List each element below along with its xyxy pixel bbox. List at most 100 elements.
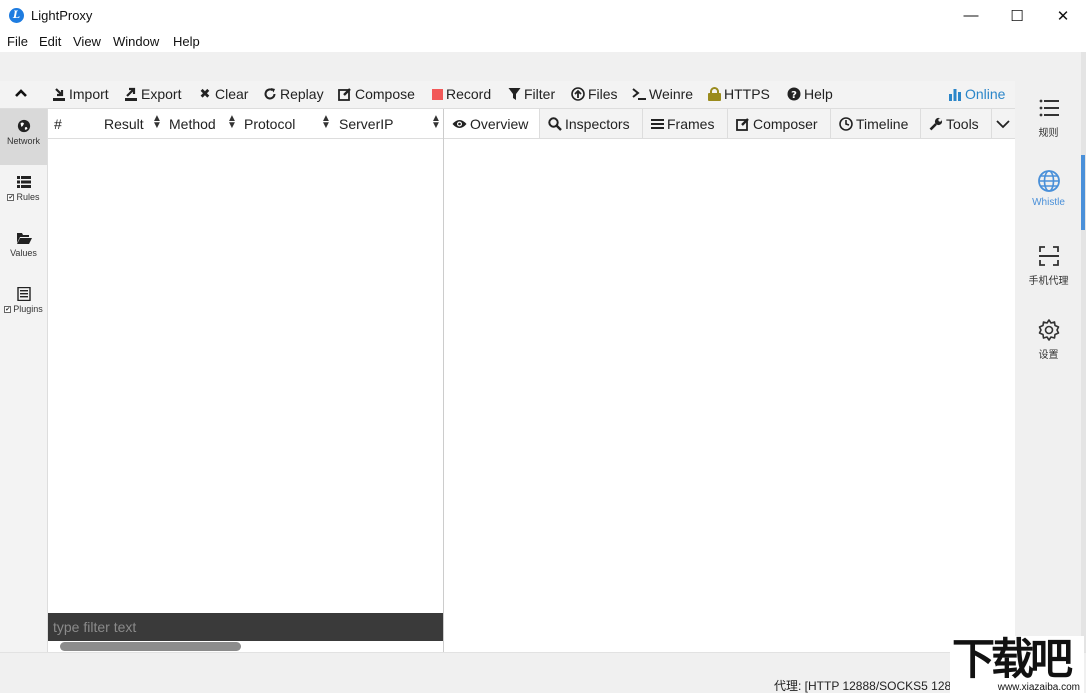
- menu-edit[interactable]: Edit: [39, 34, 61, 49]
- sidebar-item-mobile-proxy[interactable]: 手机代理: [1015, 244, 1082, 287]
- sidebar-item-settings-label: 设置: [1038, 350, 1059, 361]
- col-method[interactable]: Method: [169, 116, 216, 132]
- replay-button[interactable]: Replay: [263, 86, 324, 102]
- col-protocol[interactable]: Protocol: [244, 116, 295, 132]
- minimize-button[interactable]: —: [948, 0, 994, 31]
- clear-x-icon: ✖: [199, 86, 211, 101]
- globe-icon: [17, 119, 30, 133]
- online-status[interactable]: Online: [948, 86, 1005, 102]
- filter-input[interactable]: [48, 613, 443, 641]
- https-label: HTTPS: [724, 86, 770, 102]
- sidebar-active-indicator: [1081, 155, 1085, 230]
- scan-icon: [1038, 246, 1059, 266]
- close-button[interactable]: ✕: [1040, 0, 1086, 31]
- rules-list-icon: [1039, 99, 1059, 117]
- export-button[interactable]: Export: [124, 86, 181, 102]
- import-icon: [53, 87, 65, 101]
- files-button[interactable]: Files: [571, 86, 618, 102]
- sort-result-icon[interactable]: ▲ ▼: [152, 114, 162, 131]
- status-bar: 代理: [HTTP 12888/SOCKS5 12889: [0, 652, 1086, 693]
- files-label: Files: [588, 86, 618, 102]
- chevron-up-icon: [15, 89, 27, 97]
- tab-overview[interactable]: Overview: [444, 109, 540, 138]
- weinre-button[interactable]: Weinre: [632, 86, 693, 102]
- left-nav: Network ✔ Rules Values ✔ Plugins: [0, 109, 48, 652]
- tab-tools[interactable]: Tools: [921, 109, 992, 138]
- request-list-panel: # Result ▲ ▼ Method ▲ ▼ Protocol ▲ ▼ Server…: [48, 109, 444, 652]
- nav-values[interactable]: Values: [0, 221, 47, 277]
- help-button[interactable]: ? Help: [787, 86, 833, 102]
- menu-view[interactable]: View: [73, 34, 101, 49]
- record-button[interactable]: Record: [432, 86, 491, 102]
- nav-network-label: Network: [6, 136, 40, 146]
- clear-button[interactable]: ✖ Clear: [198, 86, 249, 102]
- app-logo: L: [9, 8, 24, 23]
- online-label: Online: [965, 86, 1006, 102]
- eye-icon: [452, 119, 467, 128]
- nav-values-label: Values: [10, 248, 37, 258]
- right-sidebar: 规则 Whistle 手机代理 设置: [1015, 52, 1086, 652]
- sidebar-item-whistle[interactable]: Whistle: [1015, 169, 1082, 208]
- compose-label: Compose: [355, 86, 415, 102]
- bar-chart-icon: [949, 89, 961, 101]
- lock-icon: [708, 87, 721, 101]
- col-result[interactable]: Result: [104, 116, 144, 132]
- horizontal-scrollbar[interactable]: [60, 642, 241, 651]
- tab-inspectors[interactable]: Inspectors: [540, 109, 643, 138]
- sidebar-item-mobile-proxy-label: 手机代理: [1028, 276, 1069, 287]
- search-icon: [548, 116, 562, 131]
- globe-icon: [1037, 170, 1060, 192]
- menu-bar: File Edit View Window Help: [0, 31, 1086, 52]
- nav-rules[interactable]: ✔ Rules: [0, 165, 47, 221]
- plugins-checkbox[interactable]: ✔: [4, 306, 12, 314]
- tab-timeline-label: Timeline: [856, 115, 909, 132]
- rules-checkbox[interactable]: ✔: [7, 194, 15, 202]
- title-bar: L LightProxy — ☐ ✕: [0, 0, 1086, 31]
- col-number[interactable]: #: [54, 116, 62, 132]
- main-toolbar: Import Export ✖ Clear Replay Compose Rec…: [0, 81, 1015, 109]
- clock-icon: [839, 116, 853, 131]
- detail-tabs: Overview Inspectors Frames Composer Time…: [444, 109, 1015, 139]
- sidebar-scrollbar-track[interactable]: [1081, 52, 1086, 652]
- col-serverip[interactable]: ServerIP: [339, 116, 393, 132]
- tab-frames[interactable]: Frames: [643, 109, 728, 138]
- wrench-icon: [929, 117, 943, 130]
- upload-circle-icon: [571, 87, 585, 101]
- filter-bar: [48, 613, 443, 641]
- compose-button[interactable]: Compose: [338, 86, 415, 102]
- sidebar-item-settings[interactable]: 设置: [1015, 318, 1082, 361]
- sort-protocol-icon[interactable]: ▲ ▼: [321, 114, 331, 131]
- list-icon: [16, 176, 31, 188]
- tabs-more-button[interactable]: [992, 109, 1015, 138]
- bars-icon: [651, 118, 664, 129]
- window-title: LightProxy: [31, 8, 93, 23]
- terminal-icon: [632, 88, 646, 100]
- detail-panel: Overview Inspectors Frames Composer Time…: [444, 109, 1015, 652]
- sort-serverip-icon[interactable]: ▲ ▼: [431, 114, 441, 131]
- import-label: Import: [69, 86, 109, 102]
- nav-plugins[interactable]: ✔ Plugins: [0, 277, 47, 333]
- export-icon: [125, 87, 137, 101]
- filter-label: Filter: [524, 86, 556, 102]
- tab-overview-label: Overview: [470, 115, 529, 132]
- menu-help[interactable]: Help: [173, 34, 200, 49]
- replay-label: Replay: [280, 86, 324, 102]
- tab-tools-label: Tools: [946, 115, 979, 132]
- nav-rules-label: Rules: [16, 192, 40, 202]
- menu-window[interactable]: Window: [113, 34, 159, 49]
- watermark-url: www.xiazaiba.com: [997, 682, 1080, 693]
- proxy-status: 代理: [HTTP 12888/SOCKS5 12889: [774, 679, 952, 693]
- tab-composer[interactable]: Composer: [728, 109, 831, 138]
- menu-file[interactable]: File: [7, 34, 28, 49]
- nav-network[interactable]: Network: [0, 109, 47, 165]
- tab-timeline[interactable]: Timeline: [831, 109, 921, 138]
- collapse-button[interactable]: [14, 86, 28, 100]
- import-button[interactable]: Import: [52, 86, 109, 102]
- sidebar-item-rules-label: 规则: [1038, 128, 1059, 139]
- https-button[interactable]: HTTPS: [708, 86, 770, 102]
- maximize-button[interactable]: ☐: [994, 0, 1040, 31]
- sort-method-icon[interactable]: ▲ ▼: [227, 114, 237, 131]
- filter-button[interactable]: Filter: [508, 86, 555, 102]
- sidebar-item-rules[interactable]: 规则: [1015, 96, 1082, 139]
- tab-inspectors-label: Inspectors: [565, 115, 630, 132]
